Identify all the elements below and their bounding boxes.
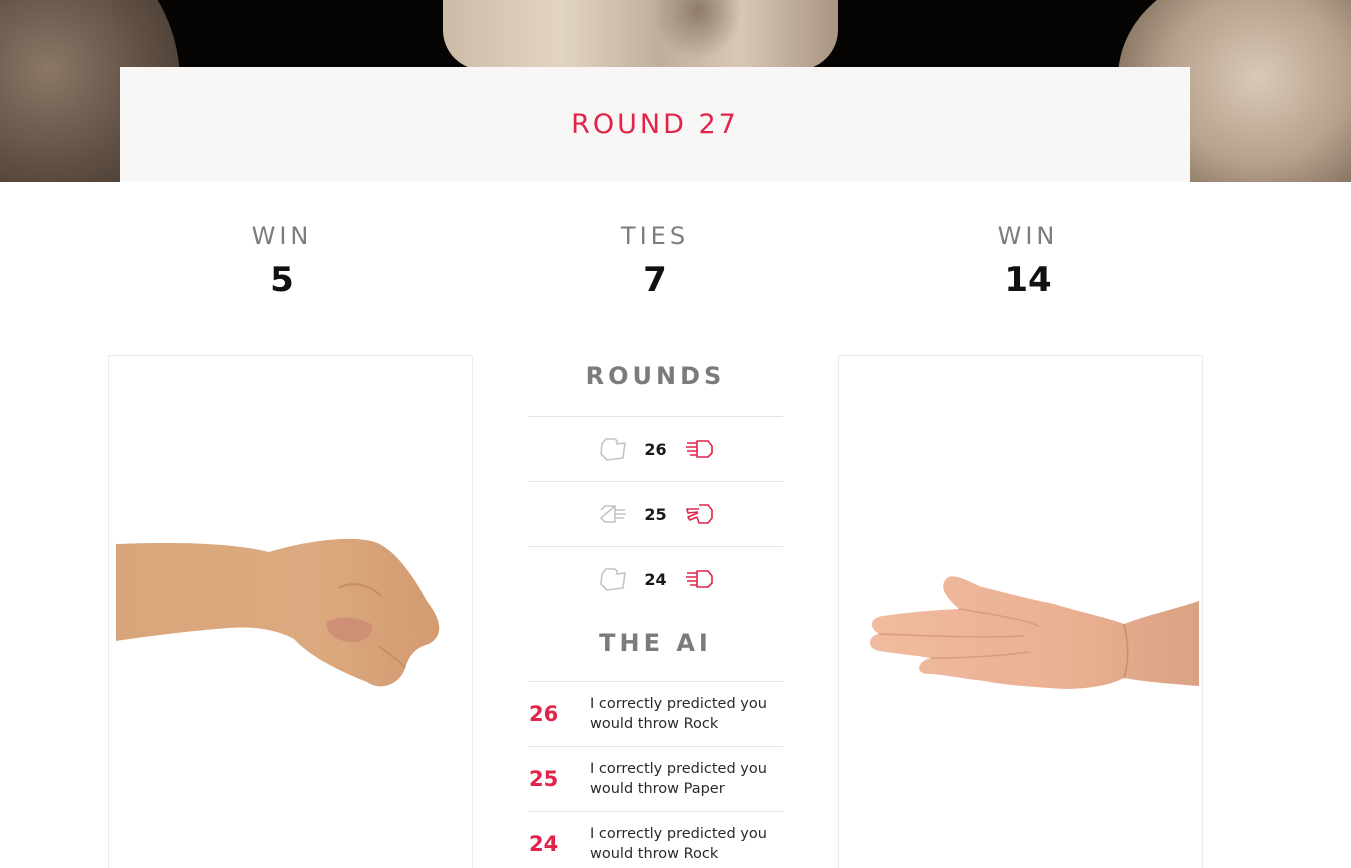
center-panel: ROUNDS 26 25 24 THE AI 26 I correctly pr… [528, 355, 783, 868]
player-fist-image [116, 538, 440, 687]
paper-hand-icon [597, 501, 629, 527]
rounds-title: ROUNDS [585, 362, 726, 390]
ties-score-value: 7 [643, 260, 667, 300]
player-score-value: 5 [270, 260, 294, 300]
rock-hand-icon [597, 566, 629, 592]
paper-hand-icon [683, 436, 715, 462]
ai-log-message: I correctly predicted you would throw Ro… [590, 696, 767, 732]
round-title: ROUND 27 [571, 109, 739, 140]
ai-score-label: WIN [997, 222, 1059, 250]
ai-log-row: 24 I correctly predicted you would throw… [528, 811, 783, 868]
ai-log-message: I correctly predicted you would throw Pa… [590, 761, 767, 797]
ai-log-message: I correctly predicted you would throw Ro… [590, 826, 767, 862]
ai-score-value: 14 [1004, 260, 1052, 300]
paper-hand-icon [683, 566, 715, 592]
hero-banner: ROUND 27 [0, 0, 1351, 182]
ties-score: TIES 7 [555, 222, 755, 300]
ai-hand-card [838, 355, 1203, 868]
ai-log-round-number: 24 [529, 832, 559, 856]
ai-log-round-number: 25 [529, 767, 559, 791]
round-number: 24 [644, 569, 667, 589]
player-hand-card [108, 355, 473, 868]
ai-palm-image [870, 576, 1199, 689]
player-score-label: WIN [251, 222, 313, 250]
ai-log-title: THE AI [599, 629, 712, 657]
scissors-hand-icon [683, 501, 715, 527]
round-header-card: ROUND 27 [120, 67, 1190, 182]
rock-hand-icon [597, 436, 629, 462]
player-score: WIN 5 [182, 222, 382, 300]
round-row: 26 [528, 416, 783, 481]
ai-score: WIN 14 [928, 222, 1128, 300]
ai-log-row: 25 I correctly predicted you would throw… [528, 746, 783, 811]
ai-log-round-number: 26 [529, 702, 559, 726]
round-row: 25 [528, 481, 783, 546]
round-number: 25 [644, 504, 667, 524]
ai-log-row: 26 I correctly predicted you would throw… [528, 681, 783, 746]
round-number: 26 [644, 439, 667, 459]
round-row: 24 [528, 546, 783, 611]
hero-fist-center-image [443, 0, 838, 70]
ties-score-label: TIES [620, 222, 690, 250]
